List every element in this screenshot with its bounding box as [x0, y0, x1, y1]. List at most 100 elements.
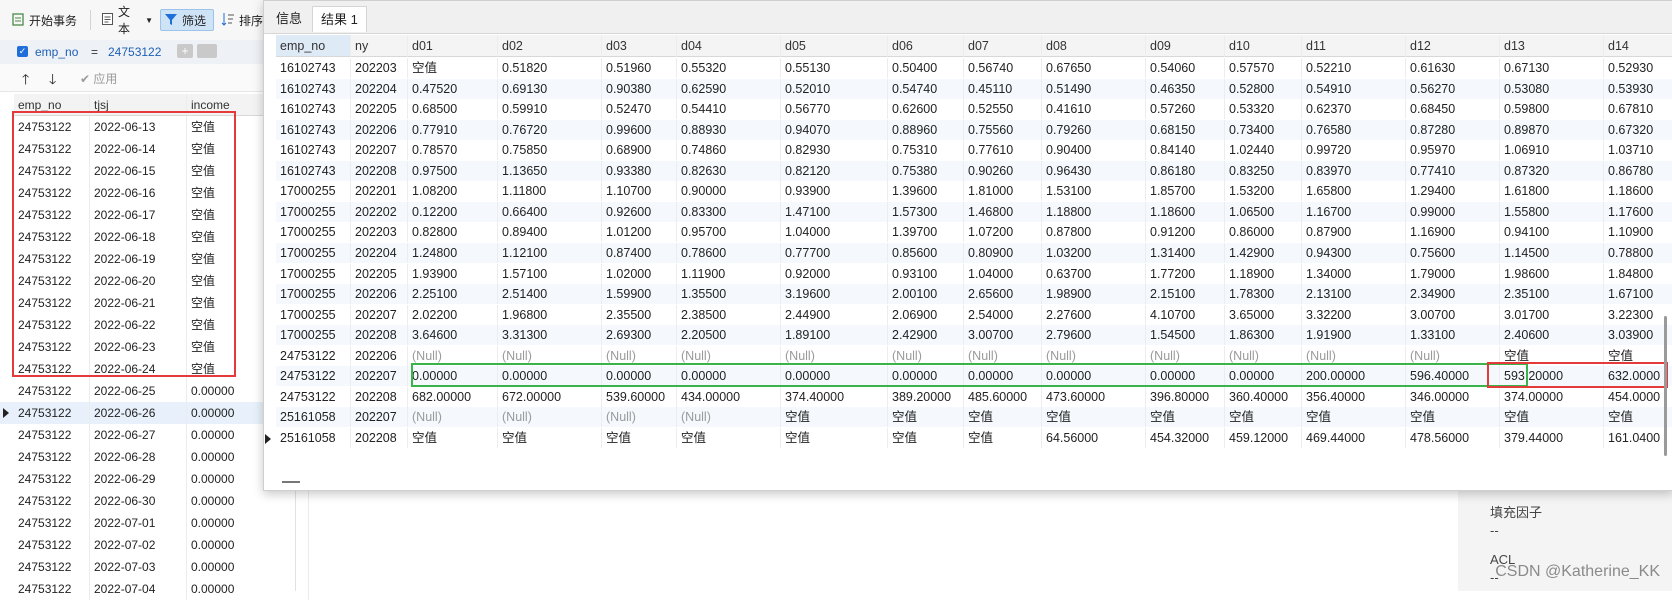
left-table-cell[interactable]: 0.00000 — [187, 490, 309, 512]
result-cell[interactable]: 1.11800 — [498, 181, 602, 202]
result-cell[interactable]: 空值 — [1604, 407, 1672, 427]
left-table-cell[interactable]: 24753122 — [14, 314, 90, 336]
result-cell[interactable]: 空值 — [964, 427, 1042, 448]
result-cell[interactable]: 0.83970 — [1302, 160, 1406, 181]
left-table-row[interactable]: 24753122 2022-06-27 0.00000 — [0, 424, 309, 446]
result-cell[interactable]: 2.25100 — [408, 284, 498, 305]
column-header-d02[interactable]: d02 — [498, 35, 602, 57]
result-cell[interactable]: 17000255 — [276, 263, 351, 284]
left-table-cell[interactable]: 24753122 — [14, 424, 90, 446]
result-cell[interactable]: 0.82800 — [408, 222, 498, 243]
result-cell[interactable]: 454.0000 — [1604, 387, 1672, 407]
result-cell[interactable]: 1.39700 — [888, 222, 964, 243]
result-cell[interactable]: 1.93900 — [408, 263, 498, 284]
result-cell[interactable]: 0.88930 — [677, 119, 781, 140]
column-header-tjsj[interactable]: tjsj — [90, 94, 187, 116]
result-cell[interactable]: 0.57260 — [1146, 99, 1225, 120]
left-table-cell[interactable]: 24753122 — [14, 248, 90, 270]
result-cell[interactable]: 0.84140 — [1146, 140, 1225, 161]
left-table-cell[interactable]: 24753122 — [14, 534, 90, 556]
left-table-row[interactable]: 24753122 2022-06-16 空值 — [0, 182, 309, 204]
result-cell[interactable]: 1.06910 — [1500, 140, 1604, 161]
result-cell[interactable]: 396.80000 — [1146, 386, 1225, 407]
result-cell[interactable]: 0.57570 — [1225, 58, 1302, 78]
result-cell[interactable]: 3.01700 — [1500, 304, 1604, 325]
left-table-row[interactable]: 24753122 2022-06-17 空值 — [0, 204, 309, 226]
result-cell[interactable]: 0.54060 — [1146, 58, 1225, 78]
arrow-down-icon[interactable]: 🡓 — [49, 69, 56, 93]
result-cell[interactable]: 1.02000 — [602, 263, 677, 284]
result-cell[interactable]: 2.15100 — [1146, 284, 1225, 305]
result-cell[interactable]: 1.18800 — [1042, 201, 1146, 222]
filter-operator[interactable]: = — [91, 45, 98, 59]
result-cell[interactable]: 2.44900 — [781, 304, 888, 325]
result-cell[interactable]: 1.06500 — [1225, 201, 1302, 222]
left-table-row[interactable]: 24753122 2022-06-22 空值 — [0, 314, 309, 336]
result-cell[interactable]: 0.67320 — [1604, 120, 1672, 140]
result-cell[interactable]: 0.53930 — [1604, 79, 1672, 99]
result-cell[interactable]: 2.35500 — [602, 304, 677, 325]
result-cell[interactable]: 1.18600 — [1604, 181, 1672, 201]
left-table-cell[interactable]: 2022-06-20 — [90, 270, 187, 292]
result-row[interactable]: 17000255 202207 2.02200 1.96800 2.35500 2.385… — [276, 304, 1672, 325]
result-cell[interactable]: 0.86000 — [1225, 222, 1302, 243]
tab-result-1[interactable]: 结果 1 — [312, 6, 367, 32]
result-cell[interactable]: 202201 — [351, 181, 408, 202]
result-cell[interactable]: 202204 — [351, 78, 408, 99]
result-cell[interactable]: 3.22300 — [1604, 305, 1672, 325]
column-header-d12[interactable]: d12 — [1406, 35, 1500, 57]
result-cell[interactable]: 593.20000 — [1500, 366, 1604, 387]
result-cell[interactable]: 3.19600 — [781, 284, 888, 305]
result-cell[interactable]: 24753122 — [276, 345, 351, 366]
result-cell[interactable]: (Null) — [1406, 345, 1500, 366]
left-table-cell[interactable]: 2022-07-02 — [90, 534, 187, 556]
result-cell[interactable]: 0.87320 — [1500, 160, 1604, 181]
left-table-cell[interactable]: 24753122 — [14, 226, 90, 248]
result-cell[interactable]: 0.67810 — [1604, 99, 1672, 119]
result-cell[interactable]: 0.51820 — [498, 58, 602, 78]
result-cell[interactable]: 2.54000 — [964, 304, 1042, 325]
result-row[interactable]: 17000255 202206 2.25100 2.51400 1.59900 1.355… — [276, 284, 1672, 305]
result-cell[interactable]: 2.38500 — [677, 304, 781, 325]
result-cell[interactable]: 17000255 — [276, 325, 351, 346]
result-cell[interactable]: 360.40000 — [1225, 386, 1302, 407]
result-cell[interactable]: 0.68500 — [408, 99, 498, 120]
result-cell[interactable]: 0.54410 — [677, 99, 781, 120]
add-group-icon[interactable] — [197, 44, 217, 58]
result-cell[interactable]: 202205 — [351, 263, 408, 284]
left-table-row[interactable]: 24753122 2022-06-13 空值 — [0, 116, 309, 138]
result-cell[interactable]: 25161058 — [276, 407, 351, 428]
result-cell[interactable]: 2.42900 — [888, 325, 964, 346]
result-cell[interactable]: 1.81000 — [964, 181, 1042, 202]
result-cell[interactable]: 2.40600 — [1500, 325, 1604, 346]
result-cell[interactable]: 0.51490 — [1042, 78, 1146, 99]
left-table-cell[interactable]: 24753122 — [14, 358, 90, 380]
result-cell[interactable]: 24753122 — [276, 366, 351, 387]
result-cell[interactable]: 0.77410 — [1406, 160, 1500, 181]
left-table-cell[interactable]: 2022-06-19 — [90, 248, 187, 270]
left-table-row[interactable]: 24753122 2022-06-19 空值 — [0, 248, 309, 270]
result-cell[interactable]: 0.96430 — [1042, 160, 1146, 181]
result-cell[interactable]: 473.60000 — [1042, 386, 1146, 407]
left-table-cell[interactable]: 24753122 — [14, 160, 90, 182]
result-cell[interactable]: 空值 — [964, 407, 1042, 428]
result-cell[interactable]: 1.33100 — [1406, 325, 1500, 346]
result-cell[interactable]: 356.40000 — [1302, 386, 1406, 407]
left-table-cell[interactable]: 24753122 — [14, 292, 90, 314]
filter-enabled-checkbox[interactable]: ✓ — [17, 46, 28, 57]
result-cell[interactable]: 202206 — [351, 284, 408, 305]
result-cell[interactable]: 0.93380 — [602, 160, 677, 181]
left-table-cell[interactable]: 2022-06-27 — [90, 424, 187, 446]
result-cell[interactable]: 0.52210 — [1302, 58, 1406, 78]
left-table-cell[interactable]: 24753122 — [14, 270, 90, 292]
result-cell[interactable]: 1.65800 — [1302, 181, 1406, 202]
result-cell[interactable]: 2.51400 — [498, 284, 602, 305]
result-cell[interactable]: 3.65000 — [1225, 304, 1302, 325]
result-cell[interactable]: 1.16900 — [1406, 222, 1500, 243]
left-table-cell[interactable]: 2022-06-14 — [90, 138, 187, 160]
result-cell[interactable]: 0.62590 — [677, 78, 781, 99]
result-cell[interactable]: 0.00000 — [1042, 366, 1146, 387]
left-table-cell[interactable]: 2022-06-13 — [90, 116, 187, 138]
left-table-cell[interactable]: 24753122 — [14, 204, 90, 226]
column-header-d13[interactable]: d13 — [1500, 35, 1604, 57]
